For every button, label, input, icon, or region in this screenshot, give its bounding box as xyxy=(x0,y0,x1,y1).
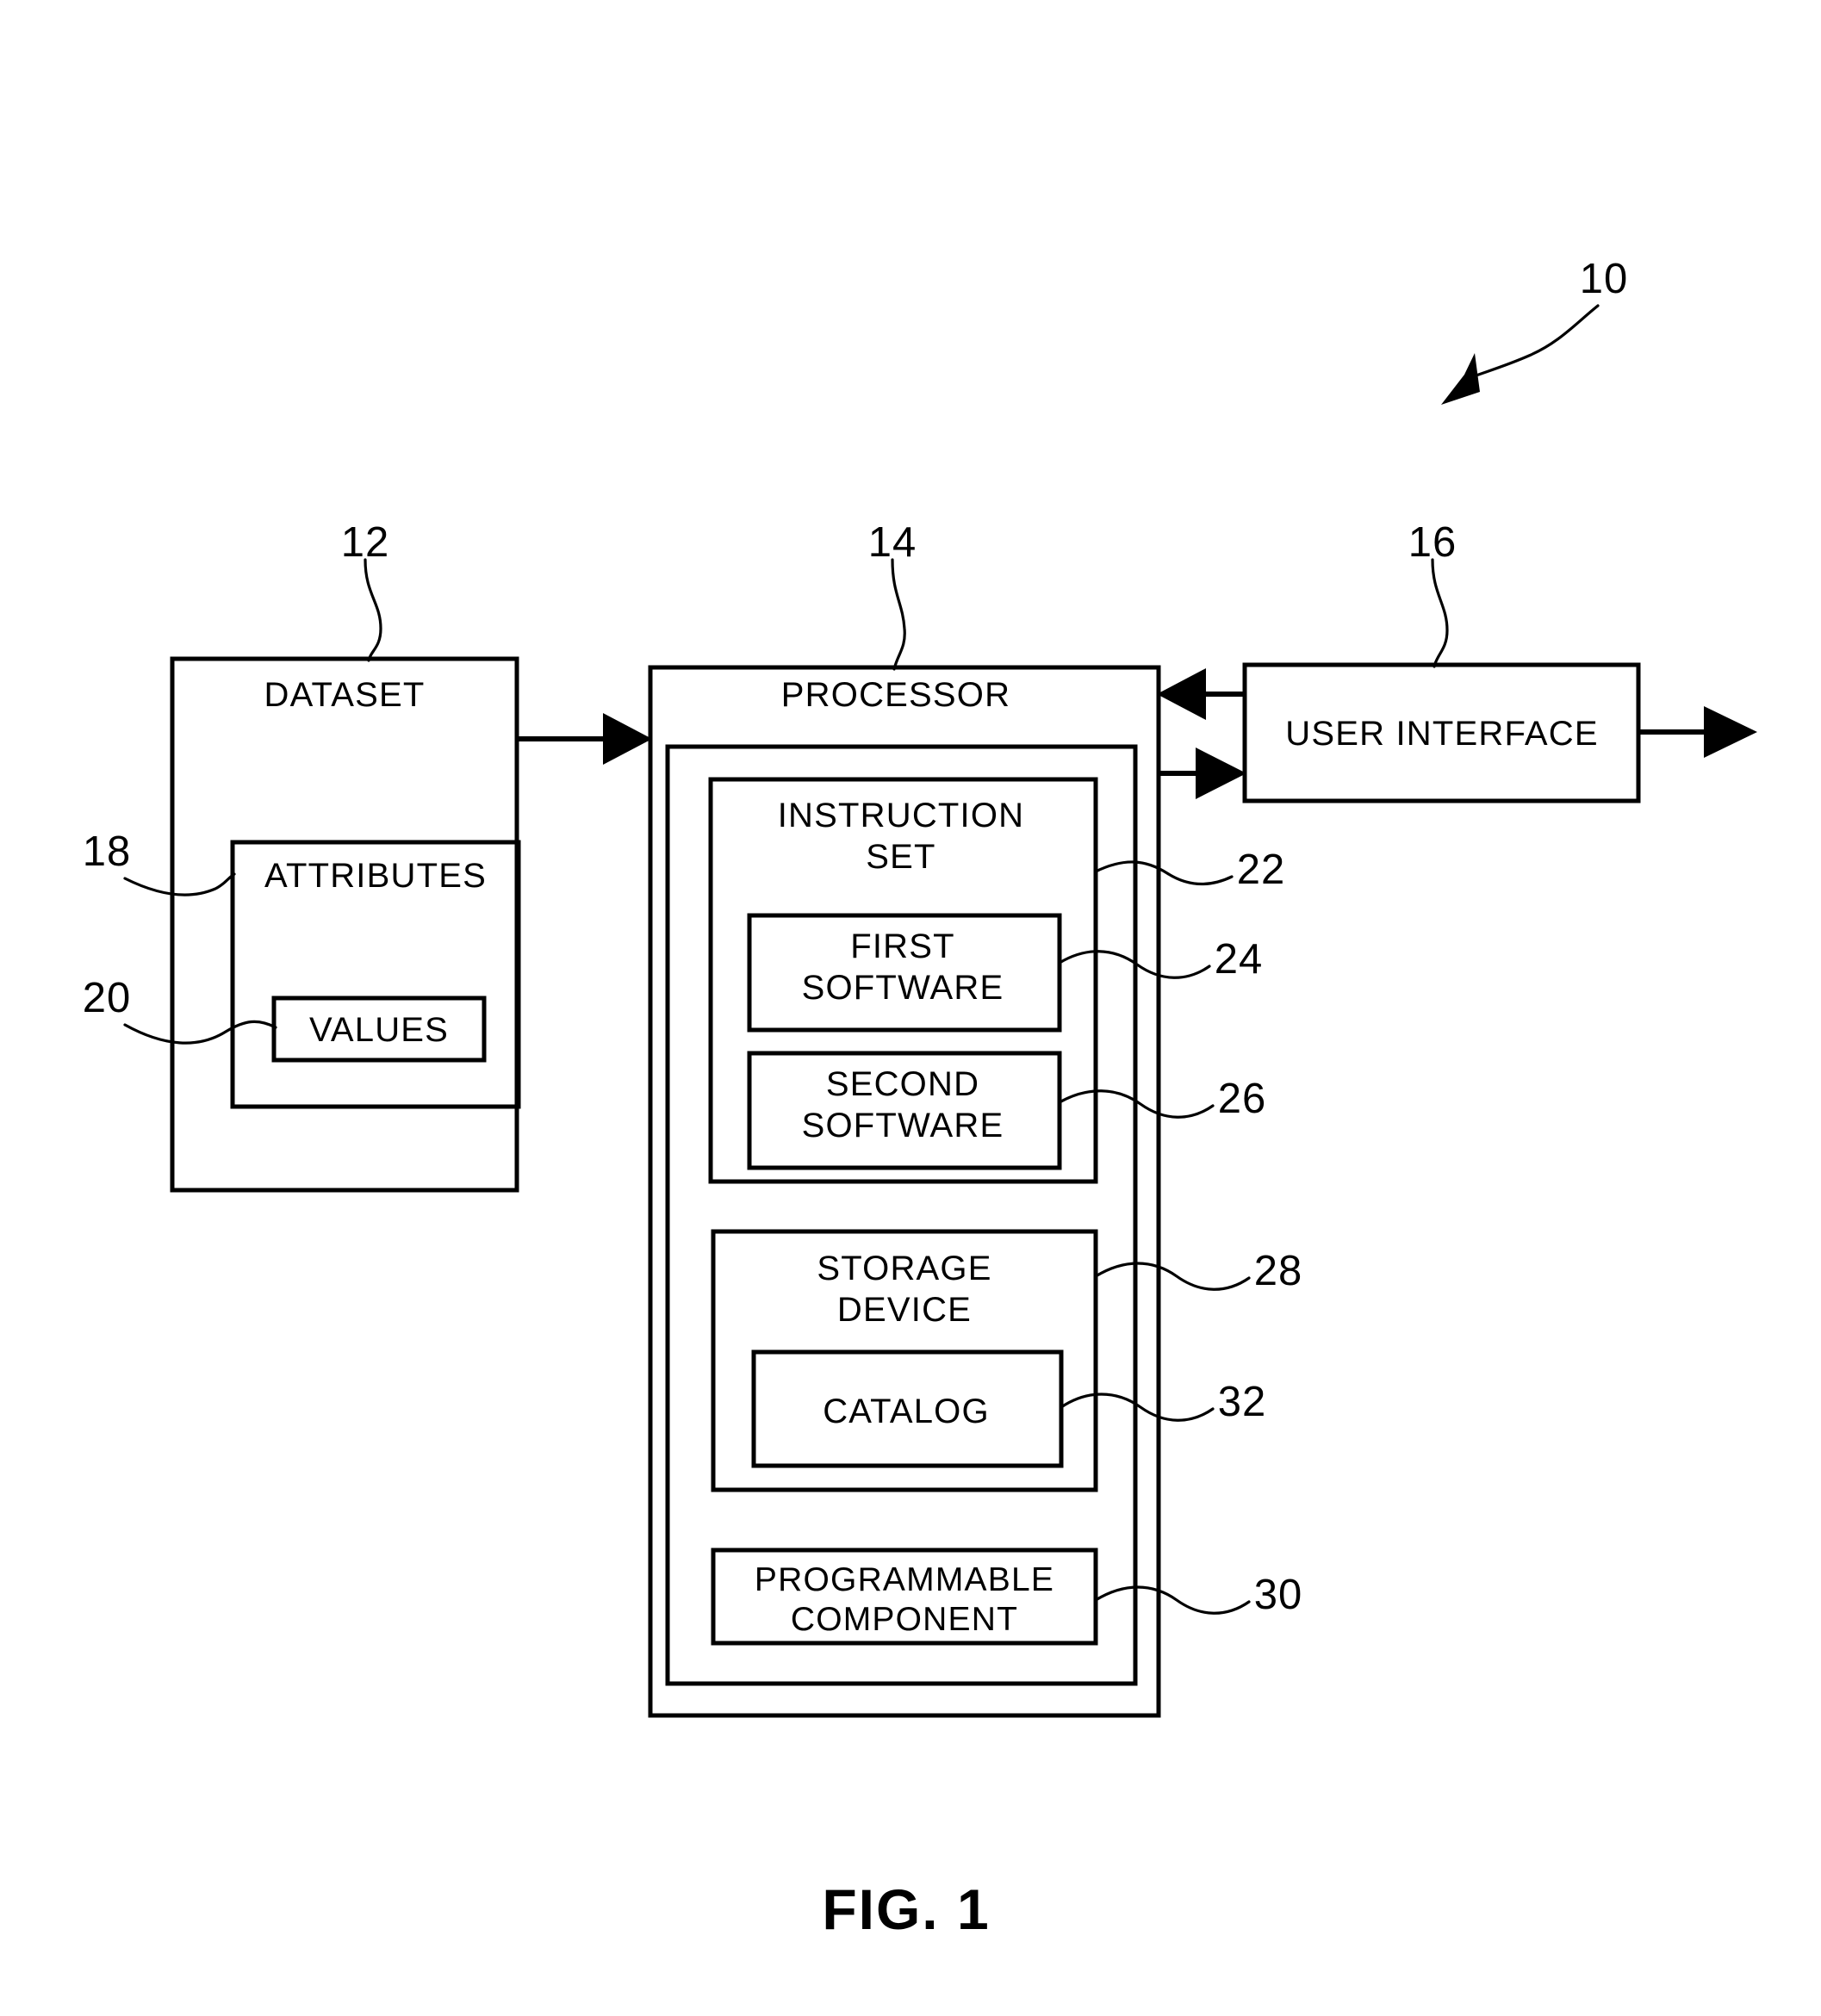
ref-num-16: 16 xyxy=(1408,519,1457,566)
leader-28 xyxy=(1094,1262,1251,1291)
arrowhead-ui-to-processor xyxy=(1157,668,1206,720)
instruction-set-label-line1: INSTRUCTION xyxy=(778,797,1025,834)
storage-device-label-line1: STORAGE xyxy=(817,1250,991,1287)
dataset-box xyxy=(170,656,519,1193)
values-label: VALUES xyxy=(309,1011,449,1049)
user-interface-label: USER INTERFACE xyxy=(1285,715,1599,753)
processor-inner-frame xyxy=(665,744,1138,1686)
second-software-label-line1: SECOND xyxy=(826,1065,979,1103)
block-diagram-canvas: DATASET ATTRIBUTES VALUES PROCESSOR INST… xyxy=(83,256,1757,1941)
leader-arrowhead-10 xyxy=(1441,353,1480,405)
catalog-label: CATALOG xyxy=(823,1393,990,1430)
leader-30 xyxy=(1094,1585,1251,1615)
programmable-component-label-line1: PROGRAMMABLE xyxy=(755,1561,1054,1598)
figure-caption: FIG. 1 xyxy=(822,1877,990,1941)
ref-num-26: 26 xyxy=(1218,1076,1267,1122)
patent-figure: DATASET ATTRIBUTES VALUES PROCESSOR INST… xyxy=(0,0,1821,2016)
arrowhead-dataset-to-processor xyxy=(603,713,652,765)
leader-14 xyxy=(891,558,906,671)
leader-18 xyxy=(123,872,236,896)
programmable-component-label-line2: COMPONENT xyxy=(791,1601,1018,1638)
ref-num-22: 22 xyxy=(1237,847,1286,893)
ref-num-12: 12 xyxy=(341,519,390,566)
instruction-set-label-line2: SET xyxy=(866,838,935,876)
leader-16 xyxy=(1431,558,1449,668)
arrowhead-processor-to-ui xyxy=(1196,747,1246,799)
storage-device-label-line2: DEVICE xyxy=(837,1291,972,1329)
connector-dataset-to-processor xyxy=(517,713,652,765)
ref-num-24: 24 xyxy=(1215,936,1264,983)
first-software-label-line2: SOFTWARE xyxy=(802,969,1004,1007)
arrowhead-ui-external-out xyxy=(1704,706,1757,758)
connector-ui-external-out xyxy=(1638,706,1757,758)
ref-num-10: 10 xyxy=(1580,256,1629,302)
first-software-label-line1: FIRST xyxy=(850,927,955,965)
attributes-label: ATTRIBUTES xyxy=(264,857,487,895)
ref-num-30: 30 xyxy=(1254,1572,1303,1618)
leader-20 xyxy=(123,1020,277,1045)
ref-num-28: 28 xyxy=(1254,1248,1303,1294)
dataset-label: DATASET xyxy=(264,676,426,714)
ref-num-20: 20 xyxy=(83,975,132,1021)
ref-num-32: 32 xyxy=(1218,1379,1267,1425)
second-software-label-line2: SOFTWARE xyxy=(802,1107,1004,1144)
leader-12 xyxy=(364,558,382,662)
leader-line-10 xyxy=(1470,304,1600,379)
connector-ui-to-processor xyxy=(1157,668,1245,720)
ref-num-18: 18 xyxy=(83,828,132,875)
leader-22 xyxy=(1094,860,1234,886)
ref-num-14: 14 xyxy=(868,519,917,566)
connector-processor-to-ui xyxy=(1159,747,1246,799)
overall-reference-leader xyxy=(1441,304,1600,405)
processor-label: PROCESSOR xyxy=(781,676,1010,714)
